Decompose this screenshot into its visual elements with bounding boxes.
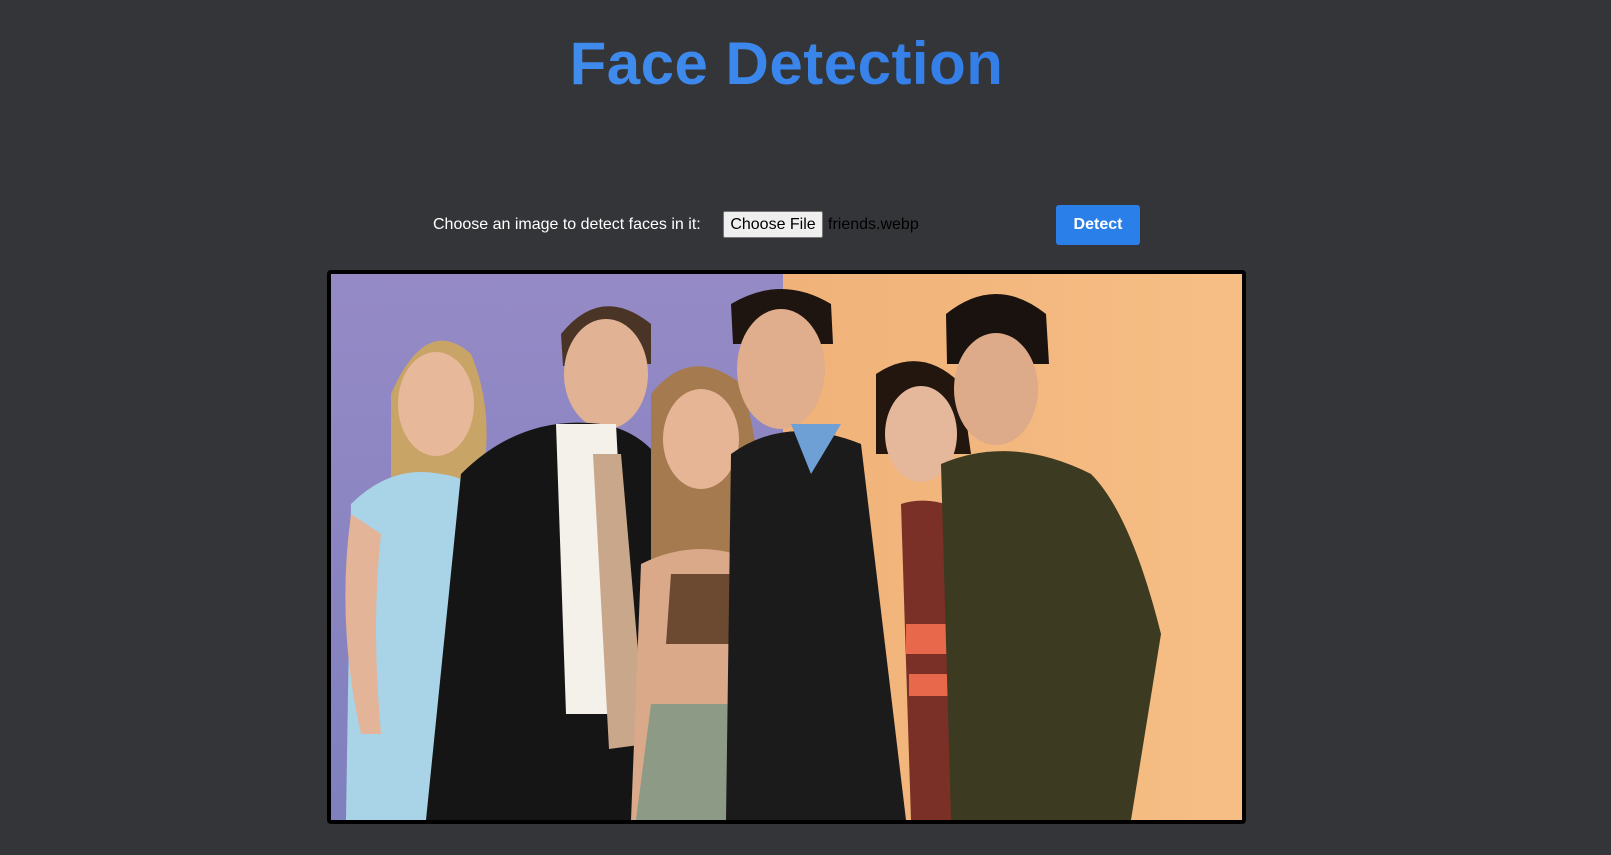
upload-form: Choose an image to detect faces in it: C… [0,205,1611,245]
page-title: Face Detection [0,26,1573,102]
image-preview-frame [327,270,1246,824]
page: Face Detection Choose an image to detect… [0,0,1611,855]
detect-button[interactable]: Detect [1056,205,1140,245]
group-photo-illustration [331,274,1242,820]
selected-file-name: friends.webp [828,216,919,233]
choose-file-button[interactable]: Choose File [723,211,823,238]
uploaded-photo [331,274,1242,820]
file-input-label: Choose an image to detect faces in it: [433,216,701,233]
